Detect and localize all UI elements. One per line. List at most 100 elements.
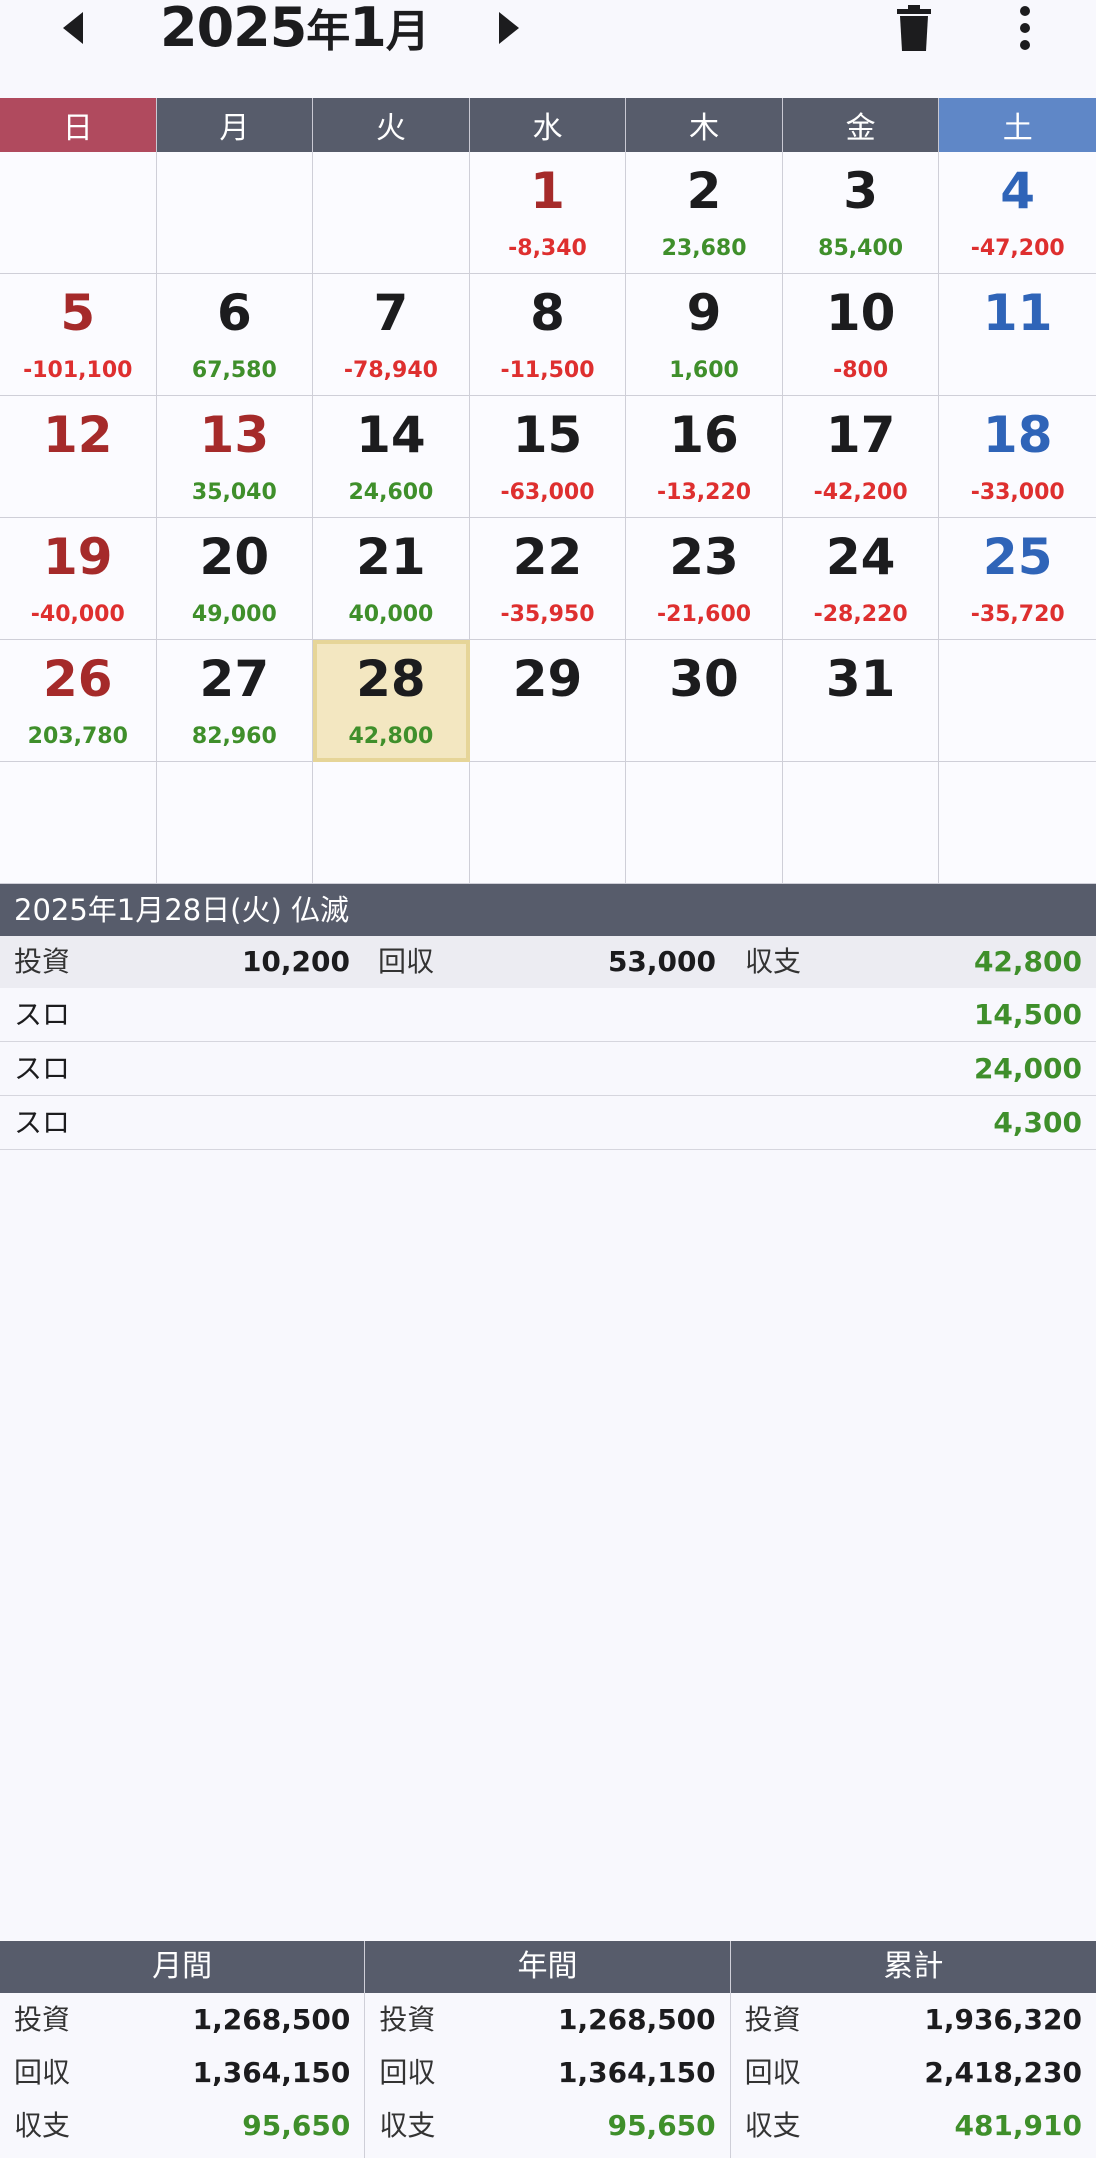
calendar-day-16[interactable]: 16 -13,220 — [626, 396, 783, 518]
day-number: 14 — [356, 406, 426, 464]
calendar-app: 2025年1月 日 月 火 水 木 金 土 1 -8,340 2 23,680 3 85,… — [0, 0, 1096, 2158]
calendar-day-2[interactable]: 2 23,680 — [626, 152, 783, 274]
calendar-day-26[interactable]: 26 203,780 — [0, 640, 157, 762]
day-balance: -11,500 — [500, 358, 595, 383]
day-number: 25 — [982, 528, 1053, 586]
calendar-day-12[interactable]: 12 — [0, 396, 157, 518]
detail-summary: 投資 10,200 回収 53,000 収支 42,800 — [0, 936, 1096, 988]
day-balance: 67,580 — [191, 358, 277, 383]
day-number: 18 — [982, 406, 1053, 464]
calendar-day-21[interactable]: 21 40,000 — [313, 518, 470, 640]
invest-label: 投資 — [14, 945, 71, 978]
month-kanji: 月 — [385, 6, 430, 57]
calendar-day-7[interactable]: 7 -78,940 — [313, 274, 470, 396]
calendar-day-20[interactable]: 20 49,000 — [156, 518, 314, 640]
calendar-day-1[interactable]: 1 -8,340 — [469, 152, 627, 274]
prev-month-button[interactable] — [38, 0, 108, 56]
calendar-day-8[interactable]: 8 -11,500 — [469, 274, 627, 396]
entry-value: 24,000 — [973, 1052, 1082, 1085]
totals-balance-value: 95,650 — [607, 2109, 716, 2142]
calendar-day-9[interactable]: 9 1,600 — [626, 274, 783, 396]
day-balance: -33,000 — [970, 480, 1065, 505]
day-number: 13 — [199, 406, 270, 464]
entry-type: スロ — [14, 998, 71, 1031]
delete-button[interactable] — [879, 0, 949, 56]
next-month-button[interactable] — [474, 0, 544, 56]
calendar-day-22[interactable]: 22 -35,950 — [469, 518, 627, 640]
calendar-day-31[interactable]: 31 — [782, 640, 940, 762]
weekday-sun: 日 — [0, 98, 157, 152]
day-number: 31 — [825, 650, 896, 708]
totals-balance-label: 収支 — [14, 2109, 71, 2142]
entry-row[interactable]: スロ 24,000 — [0, 1042, 1096, 1096]
weekday-header: 日 月 火 水 木 金 土 — [0, 98, 1096, 152]
totals-monthly: 月間 投資 1,268,500 回収 1,364,150 収支 95,650 — [0, 1941, 366, 2158]
day-balance: -35,720 — [970, 602, 1065, 627]
day-balance: 1,600 — [669, 358, 739, 383]
totals-return-value: 1,364,150 — [558, 2056, 716, 2089]
totals-invest-label: 投資 — [744, 2003, 801, 2036]
calendar-empty-cell — [156, 762, 314, 884]
calendar-day-30[interactable]: 30 — [626, 640, 783, 762]
weekday-tue: 火 — [313, 98, 470, 152]
month-title: 2025年1月 — [160, 0, 430, 59]
trash-icon — [897, 5, 931, 51]
day-balance: -40,000 — [30, 602, 125, 627]
day-balance: -47,200 — [970, 236, 1065, 261]
calendar-day-27[interactable]: 27 82,960 — [156, 640, 314, 762]
day-number: 23 — [669, 528, 739, 586]
calendar-day-5[interactable]: 5 -101,100 — [0, 274, 157, 396]
calendar-day-15[interactable]: 15 -63,000 — [469, 396, 627, 518]
day-balance: -35,950 — [500, 602, 595, 627]
day-balance: 82,960 — [191, 724, 277, 749]
day-number: 27 — [199, 650, 270, 708]
totals-return-label: 回収 — [744, 2056, 801, 2089]
totals-return-label: 回収 — [379, 2056, 436, 2089]
calendar-day-18[interactable]: 18 -33,000 — [939, 396, 1096, 518]
calendar-day-17[interactable]: 17 -42,200 — [782, 396, 940, 518]
year-text: 2025 — [160, 0, 307, 59]
day-balance: 24,600 — [348, 480, 434, 505]
totals-yearly: 年間 投資 1,268,500 回収 1,364,150 収支 95,650 — [365, 1941, 731, 2158]
day-number: 5 — [60, 284, 96, 342]
entry-row[interactable]: スロ 4,300 — [0, 1096, 1096, 1150]
calendar-day-11[interactable]: 11 — [939, 274, 1096, 396]
calendar-day-19[interactable]: 19 -40,000 — [0, 518, 157, 640]
day-number: 29 — [512, 650, 583, 708]
balance-value: 42,800 — [973, 945, 1082, 978]
day-balance: -800 — [833, 358, 889, 383]
calendar-day-4[interactable]: 4 -47,200 — [939, 152, 1096, 274]
calendar-empty-cell — [469, 762, 627, 884]
totals-invest-label: 投資 — [379, 2003, 436, 2036]
entry-value: 4,300 — [993, 1106, 1082, 1139]
day-number: 24 — [825, 528, 896, 586]
totals-return-label: 回収 — [14, 2056, 71, 2089]
day-number: 7 — [373, 284, 409, 342]
totals-balance-label: 収支 — [379, 2109, 436, 2142]
day-number: 22 — [512, 528, 583, 586]
calendar-empty-cell — [939, 640, 1096, 762]
more-menu-button[interactable] — [990, 0, 1060, 56]
calendar-day-29[interactable]: 29 — [469, 640, 627, 762]
calendar-day-10[interactable]: 10 -800 — [782, 274, 940, 396]
day-number: 26 — [42, 650, 113, 708]
calendar-day-25[interactable]: 25 -35,720 — [939, 518, 1096, 640]
calendar-empty-cell — [626, 762, 783, 884]
more-vertical-icon — [1020, 6, 1030, 50]
calendar-day-23[interactable]: 23 -21,600 — [626, 518, 783, 640]
calendar-day-6[interactable]: 6 67,580 — [156, 274, 314, 396]
calendar-day-14[interactable]: 14 24,600 — [313, 396, 470, 518]
day-number: 2 — [686, 162, 722, 220]
totals-panel: 月間 投資 1,268,500 回収 1,364,150 収支 95,650 年間 投… — [0, 1941, 1096, 2158]
calendar-day-13[interactable]: 13 35,040 — [156, 396, 314, 518]
entry-row[interactable]: スロ 14,500 — [0, 988, 1096, 1042]
calendar-day-24[interactable]: 24 -28,220 — [782, 518, 940, 640]
day-balance: 23,680 — [661, 236, 747, 261]
totals-header: 月間 — [0, 1941, 365, 1993]
calendar-day-28[interactable]: 28 42,800 — [313, 640, 470, 762]
calendar-day-3[interactable]: 3 85,400 — [782, 152, 940, 274]
totals-header: 累計 — [730, 1941, 1096, 1993]
year-kanji: 年 — [306, 6, 350, 57]
detail-title: 2025年1月28日(火) 仏滅 — [0, 884, 1096, 936]
day-number: 30 — [669, 650, 739, 708]
